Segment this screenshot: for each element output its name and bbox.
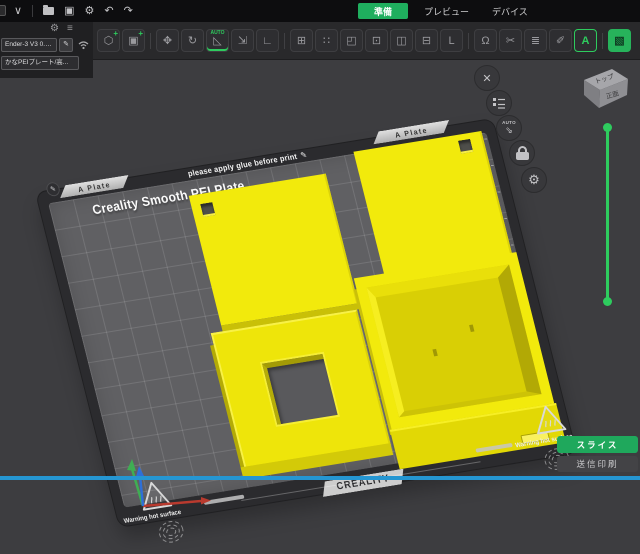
divider <box>468 33 469 49</box>
box-cavity <box>367 264 542 417</box>
lock-icon <box>516 152 529 160</box>
mirror-icon: ◫ <box>396 34 406 47</box>
undo-icon[interactable]: ↶ <box>104 6 113 17</box>
viewport-3d[interactable]: ✎ A Plate A Plate please apply glue befo… <box>0 60 640 476</box>
lay-flat-icon: ∟ <box>262 35 273 47</box>
rotate-button[interactable]: ↻ <box>181 29 204 52</box>
panel-menu-icon[interactable]: ≡ <box>67 23 73 34</box>
mirror-button[interactable]: ◫ <box>390 29 413 52</box>
divider <box>602 33 603 49</box>
divider <box>32 5 33 17</box>
main-toolbar: ⬡+ ▣+ ✥ ↻ AUTO◺ ⇲ ∟ ⊞ ∷ ◰ ⊡ ◫ ⊟ L Ω ✂ ≣ … <box>0 22 640 60</box>
move-button[interactable]: ✥ <box>156 29 179 52</box>
add-plate-button[interactable]: ▣+ <box>122 29 145 52</box>
divider <box>284 33 285 49</box>
send-print-button[interactable]: 送信印刷 <box>557 456 638 472</box>
divider <box>150 33 151 49</box>
select-area-button[interactable]: ◰ <box>340 29 363 52</box>
close-selection-button[interactable]: ✕ <box>474 65 500 91</box>
text-tool-button[interactable]: A <box>574 29 597 52</box>
move-icon: ✥ <box>163 34 172 47</box>
tab-prepare[interactable]: 準備 <box>358 3 408 19</box>
add-model-button[interactable]: ⬡+ <box>97 29 120 52</box>
object-list-icon <box>492 97 506 109</box>
text-tool-icon: A <box>582 35 590 47</box>
redo-icon[interactable]: ↷ <box>124 6 133 17</box>
auto-orient-button[interactable]: AUTO◺ <box>206 29 229 52</box>
image-tool-icon: ▧ <box>614 34 624 47</box>
wifi-icon[interactable] <box>77 39 90 50</box>
box-clip <box>469 324 474 331</box>
cut-icon: ✂ <box>506 34 515 47</box>
pattern-button[interactable]: ⊟ <box>415 29 438 52</box>
select-area-icon: ◰ <box>346 34 356 47</box>
clone-button[interactable]: ⊡ <box>365 29 388 52</box>
model-hole <box>458 139 473 154</box>
align-button[interactable]: L <box>440 29 463 52</box>
box-clip <box>432 349 437 356</box>
object-list-button[interactable] <box>486 90 512 116</box>
object-settings-button[interactable]: ⚙ <box>521 167 547 193</box>
align-icon: L <box>448 35 454 47</box>
pencil-icon[interactable]: ✎ <box>300 150 309 160</box>
plate-edit-icon[interactable]: ✎ <box>45 181 61 197</box>
arrange-spacing-icon: ∷ <box>323 34 330 47</box>
paint-icon: ✐ <box>556 34 565 47</box>
support-button[interactable]: Ω <box>474 29 497 52</box>
open-file-icon[interactable] <box>43 7 54 15</box>
settings-gear-icon[interactable]: ⚙ <box>84 6 94 17</box>
panel-gear-icon[interactable]: ⚙ <box>50 23 59 34</box>
paint-button[interactable]: ✐ <box>549 29 572 52</box>
auto-label: AUTO <box>207 31 228 36</box>
plate-type-select[interactable]: かなPEIプレート/高... <box>1 56 79 70</box>
cut-button[interactable]: ✂ <box>499 29 522 52</box>
plus-badge: + <box>113 30 118 38</box>
arrange-all-button[interactable]: ⊞ <box>290 29 313 52</box>
save-icon[interactable]: ▣ <box>64 6 74 17</box>
close-icon: ✕ <box>482 72 491 85</box>
printer-edit-button[interactable]: ✎ <box>59 38 73 52</box>
gear-icon: ⚙ <box>528 172 540 188</box>
tab-preview[interactable]: プレビュー <box>416 3 477 19</box>
printer-select[interactable]: Ender-3 V3 0.4 noz... <box>1 38 57 52</box>
zoom-slider[interactable] <box>606 127 609 302</box>
scale-icon: ⇲ <box>238 34 247 47</box>
add-plate-icon: ▣ <box>128 34 138 47</box>
app-logo-icon <box>0 5 6 16</box>
auto-place-button[interactable]: AUTO ⇘ <box>496 115 522 141</box>
status-strip <box>0 476 640 480</box>
chevron-down-icon[interactable]: ∨ <box>14 6 22 17</box>
pattern-icon: ⊟ <box>422 34 431 47</box>
layers-button[interactable]: ≣ <box>524 29 547 52</box>
lock-button[interactable] <box>509 140 535 166</box>
lay-flat-button[interactable]: ∟ <box>256 29 279 52</box>
clone-icon: ⊡ <box>372 34 381 47</box>
tab-device[interactable]: デバイス <box>484 3 536 19</box>
arrange-spacing-button[interactable]: ∷ <box>315 29 338 52</box>
slice-button[interactable]: スライス <box>557 436 638 453</box>
add-model-icon: ⬡ <box>104 34 114 47</box>
support-icon: Ω <box>481 35 489 47</box>
menubar: ∨ ▣ ⚙ ↶ ↷ <box>0 0 640 22</box>
printer-panel: ⚙ ≡ Ender-3 V3 0.4 noz... ✎ かなPEIプレート/高.… <box>0 22 93 78</box>
scale-button[interactable]: ⇲ <box>231 29 254 52</box>
image-tool-button[interactable]: ▧ <box>608 29 631 52</box>
xyz-axes-indicator <box>115 455 215 515</box>
layers-icon: ≣ <box>531 34 540 47</box>
auto-place-icon: ⇘ <box>505 126 513 135</box>
hot-surface-warning-icon <box>528 400 569 437</box>
navigation-cube[interactable]: トップ 正面 <box>576 62 634 114</box>
arrange-all-icon: ⊞ <box>297 34 306 47</box>
model-center-hole <box>262 354 338 425</box>
plus-badge: + <box>138 30 143 38</box>
rotate-icon: ↻ <box>188 34 197 47</box>
model-hole <box>200 202 215 217</box>
fingerprint-icon <box>152 516 192 549</box>
